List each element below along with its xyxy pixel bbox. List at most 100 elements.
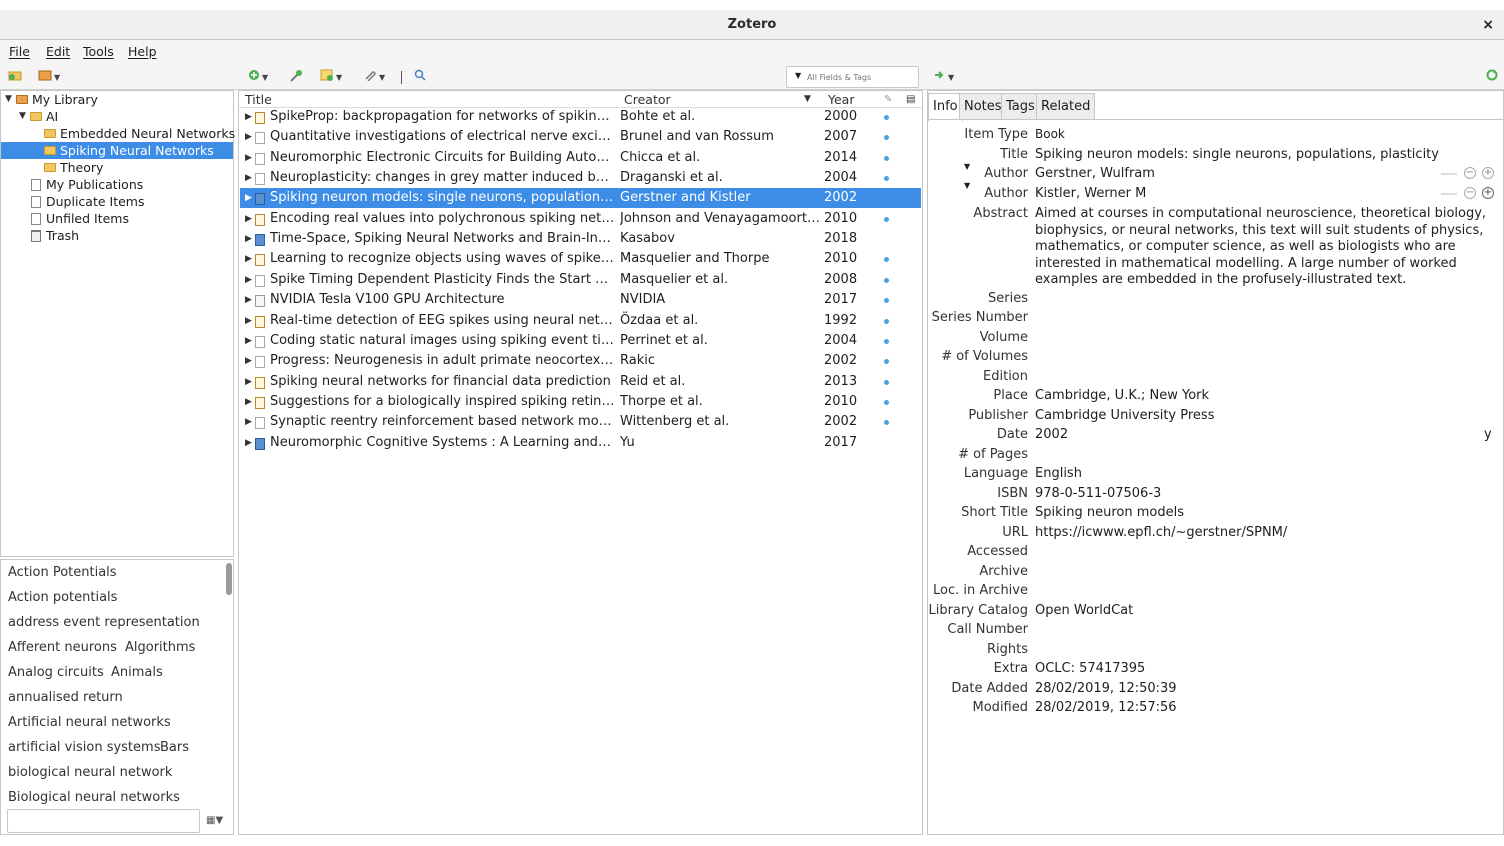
table-row[interactable]: ▶ NVIDIA Tesla V100 GPU Architecture NVIDI… [240, 290, 921, 310]
table-row[interactable]: ▶ Suggestions for a biologically inspired… [240, 392, 921, 412]
attachment-dot-icon[interactable] [884, 420, 889, 426]
tag-item[interactable]: Action potentials [8, 590, 117, 605]
add-attachment-icon[interactable]: ▼ [363, 69, 385, 85]
attachment-dot-icon[interactable] [884, 379, 889, 385]
expand-chevron-icon[interactable]: ▶ [245, 188, 252, 208]
collection-unfiled-items[interactable]: Unfiled Items [1, 210, 233, 227]
expand-chevron-icon[interactable]: ▶ [245, 392, 252, 412]
tag-filter-input[interactable] [7, 809, 200, 833]
column-creator[interactable]: Creator [624, 91, 671, 108]
author-value[interactable]: Gerstner, Wulfram [1035, 166, 1155, 181]
collection-ai[interactable]: ▼ AI [1, 108, 233, 125]
new-note-icon[interactable]: ▼ [320, 69, 342, 85]
url-value[interactable]: https://icwww.epfl.ch/~gerstner/SPNM/ [1035, 525, 1287, 540]
expand-chevron-icon[interactable]: ▶ [245, 433, 252, 453]
tab-notes[interactable]: Notes [959, 93, 1007, 120]
tag-item[interactable]: Action Potentials [8, 565, 117, 580]
collection-trash[interactable]: Trash [1, 227, 233, 244]
menu-help[interactable]: Help [128, 44, 157, 59]
menu-tools[interactable]: Tools [83, 44, 114, 59]
field-label[interactable]: Author [928, 166, 1028, 181]
collection-duplicate-items[interactable]: Duplicate Items [1, 193, 233, 210]
place-value[interactable]: Cambridge, U.K.; New York [1035, 388, 1209, 403]
tag-item[interactable]: annualised return [8, 690, 123, 705]
menu-edit[interactable]: Edit [46, 44, 70, 59]
abstract-value[interactable]: Aimed at courses in computational neuros… [1035, 206, 1490, 289]
date-value[interactable]: 2002 [1035, 427, 1068, 442]
tag-item[interactable]: Biological neural networks [8, 790, 180, 805]
attachment-dot-icon[interactable] [884, 257, 889, 263]
url-label-link[interactable]: URL [928, 525, 1028, 540]
table-row[interactable]: ▶ Neuromorphic Electronic Circuits for Bu… [240, 148, 921, 168]
table-row[interactable]: ▶ Spiking neuron models: single neurons, … [240, 188, 921, 209]
sync-icon[interactable] [1486, 69, 1498, 85]
tag-actions-menu-icon[interactable]: ▦▼ [206, 815, 223, 826]
table-row[interactable]: ▶ Spiking neural networks for financial d… [240, 372, 921, 392]
field-label[interactable]: Author [928, 186, 1028, 201]
expand-chevron-icon[interactable]: ▶ [245, 127, 252, 147]
collection-embedded-neural-networks[interactable]: Embedded Neural Networks [1, 125, 235, 142]
tag-item[interactable]: biological neural network [8, 765, 172, 780]
expand-chevron-icon[interactable]: ▶ [245, 331, 252, 351]
add-by-identifier-icon[interactable] [289, 69, 303, 85]
tag-item[interactable]: Afferent neurons [8, 640, 117, 655]
attachment-dot-icon[interactable] [884, 155, 889, 161]
expand-chevron-icon[interactable]: ▶ [245, 290, 252, 310]
expand-chevron-icon[interactable]: ▶ [245, 209, 252, 229]
new-collection-icon[interactable] [8, 69, 22, 85]
column-picker-icon[interactable]: ▤ [906, 91, 915, 108]
new-library-icon[interactable]: ▼ [38, 69, 60, 85]
tag-scrollbar[interactable] [226, 563, 232, 595]
expanded-chevron-icon[interactable]: ▼ [19, 108, 26, 125]
table-row[interactable]: ▶ Synaptic reentry reinforcement based ne… [240, 412, 921, 432]
table-row[interactable]: ▶ Neuromorphic Cognitive Systems : A Lear… [240, 433, 921, 453]
creator-mode-icon[interactable] [1441, 173, 1457, 175]
remove-creator-icon[interactable]: − [1464, 167, 1476, 179]
collection-my-publications[interactable]: My Publications [1, 176, 233, 193]
tab-tags[interactable]: Tags [1001, 93, 1040, 120]
table-row[interactable]: ▶ Encoding real values into polychronous … [240, 209, 921, 229]
author-value[interactable]: Kistler, Werner M [1035, 186, 1146, 201]
column-year[interactable]: Year [828, 91, 854, 108]
extra-value[interactable]: OCLC: 57417395 [1035, 661, 1145, 676]
attachment-dot-icon[interactable] [884, 277, 889, 283]
tag-item[interactable]: Algorithms [125, 640, 195, 655]
table-row[interactable]: ▶ Neuroplasticity: changes in grey matter… [240, 168, 921, 188]
tag-item[interactable]: address event representation [8, 615, 200, 630]
add-creator-icon[interactable]: + [1482, 167, 1494, 179]
expand-chevron-icon[interactable]: ▶ [245, 351, 252, 371]
remove-creator-icon[interactable]: − [1464, 187, 1476, 199]
tag-item[interactable]: Analog circuits [8, 665, 104, 680]
creator-mode-icon[interactable] [1441, 193, 1457, 195]
expand-chevron-icon[interactable]: ▶ [245, 412, 252, 432]
table-row[interactable]: ▶ SpikeProp: backpropagation for networks… [240, 107, 921, 127]
short-title-value[interactable]: Spiking neuron models [1035, 505, 1184, 520]
expand-chevron-icon[interactable]: ▶ [245, 229, 252, 249]
expand-chevron-icon[interactable]: ▶ [245, 107, 252, 127]
add-creator-icon[interactable]: + [1482, 187, 1494, 199]
attachment-dot-icon[interactable] [884, 176, 889, 182]
table-row[interactable]: ▶ Spike Timing Dependent Plasticity Finds… [240, 270, 921, 290]
advanced-search-icon[interactable] [414, 69, 426, 85]
tag-item[interactable]: Bars [160, 740, 189, 755]
attachment-dot-icon[interactable] [884, 298, 889, 304]
table-row[interactable]: ▶ Real-time detection of EEG spikes using… [240, 311, 921, 331]
attachment-dot-icon[interactable] [884, 359, 889, 365]
close-window-button[interactable]: × [1482, 10, 1494, 40]
collection-my-library[interactable]: ▼ My Library [1, 91, 233, 108]
isbn-value[interactable]: 978-0-511-07506-3 [1035, 486, 1161, 501]
tag-item[interactable]: Artificial neural networks [8, 715, 171, 730]
attachment-dot-icon[interactable] [884, 216, 889, 222]
locate-icon[interactable]: ▼ [934, 69, 954, 85]
attachment-dot-icon[interactable] [884, 399, 889, 405]
attachment-dot-icon[interactable] [884, 338, 889, 344]
expand-chevron-icon[interactable]: ▶ [245, 311, 252, 331]
publisher-value[interactable]: Cambridge University Press [1035, 408, 1214, 423]
expand-chevron-icon[interactable]: ▶ [245, 148, 252, 168]
attachment-dot-icon[interactable] [884, 115, 889, 120]
attachment-dot-icon[interactable] [884, 318, 889, 324]
expand-chevron-icon[interactable]: ▶ [245, 372, 252, 392]
expanded-chevron-icon[interactable]: ▼ [5, 91, 12, 108]
language-value[interactable]: English [1035, 466, 1082, 481]
expand-chevron-icon[interactable]: ▶ [245, 249, 252, 269]
